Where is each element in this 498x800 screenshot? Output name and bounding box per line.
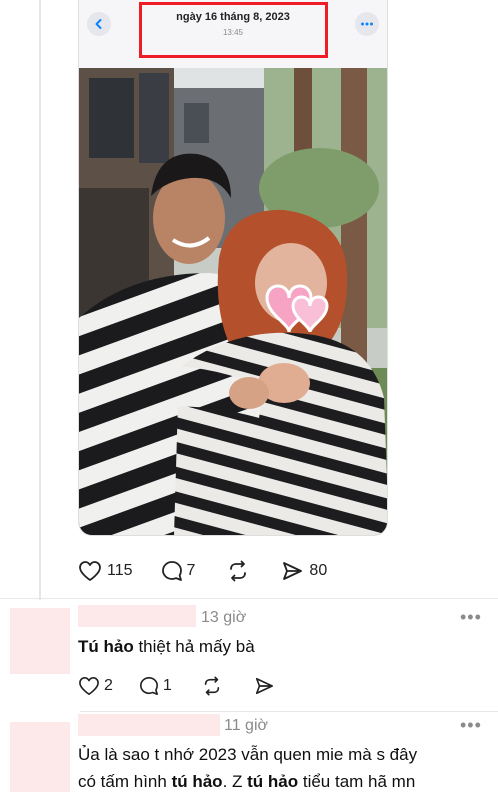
comment-action[interactable]: 7 <box>161 560 196 582</box>
heart-icon <box>79 561 101 581</box>
mention[interactable]: Tú hảo <box>78 637 134 656</box>
avatar[interactable] <box>10 608 70 674</box>
username-censored[interactable] <box>78 714 220 736</box>
username-censored[interactable] <box>78 605 196 627</box>
mention[interactable]: tú hảo <box>247 772 298 791</box>
couple-photo[interactable] <box>79 68 387 535</box>
heart-icon <box>79 677 99 695</box>
repost-action[interactable] <box>202 676 222 696</box>
thread-line <box>39 0 41 600</box>
share-count: 80 <box>309 562 328 579</box>
reply-action[interactable]: 1 <box>139 676 172 696</box>
comment-time: 11 giờ <box>224 717 268 734</box>
mention[interactable]: tú hảo <box>172 772 223 791</box>
more-options-button[interactable]: ••• <box>460 608 482 626</box>
photo-viewer-card[interactable]: ngày 16 tháng 8, 2023 13:45 <box>78 0 388 536</box>
comment-time: 13 giờ <box>201 609 247 626</box>
share-action[interactable]: 80 <box>281 560 327 582</box>
repost-action[interactable] <box>227 560 249 582</box>
comment-text: Tú hảo thiệt hả mấy bà <box>78 637 255 656</box>
red-highlight-box <box>139 2 328 58</box>
send-icon <box>283 562 303 580</box>
like-count: 115 <box>107 562 133 579</box>
comment-icon <box>139 677 158 695</box>
more-button[interactable] <box>355 12 379 36</box>
like-action[interactable]: 115 <box>78 560 133 582</box>
repost-icon <box>230 560 247 582</box>
share-action[interactable] <box>254 676 274 696</box>
comment-line: có tấm hình tú hảo. Z tú hảo tiểu tam hã… <box>78 772 416 791</box>
comment-icon <box>161 561 182 581</box>
comment-divider <box>80 711 498 712</box>
comment-text: Ủa là sao t nhớ 2023 vẫn quen mie mà s đ… <box>78 741 498 795</box>
like-action[interactable]: 2 <box>78 676 113 696</box>
comment-line: Ủa là sao t nhớ 2023 vẫn quen mie mà s đ… <box>78 745 418 764</box>
more-options-button[interactable]: ••• <box>460 716 482 734</box>
post-actions: 115 7 80 <box>78 558 327 584</box>
comment-count: 7 <box>186 562 196 579</box>
repost-icon <box>204 676 219 696</box>
reply-count: 1 <box>162 677 172 694</box>
photo-viewer-header: ngày 16 tháng 8, 2023 13:45 <box>79 0 387 68</box>
comment-actions: 2 1 <box>78 676 274 696</box>
ellipsis-icon <box>361 22 373 26</box>
send-icon <box>255 677 273 695</box>
like-count: 2 <box>104 677 113 694</box>
post-separator <box>0 598 498 599</box>
avatar[interactable] <box>10 722 70 792</box>
